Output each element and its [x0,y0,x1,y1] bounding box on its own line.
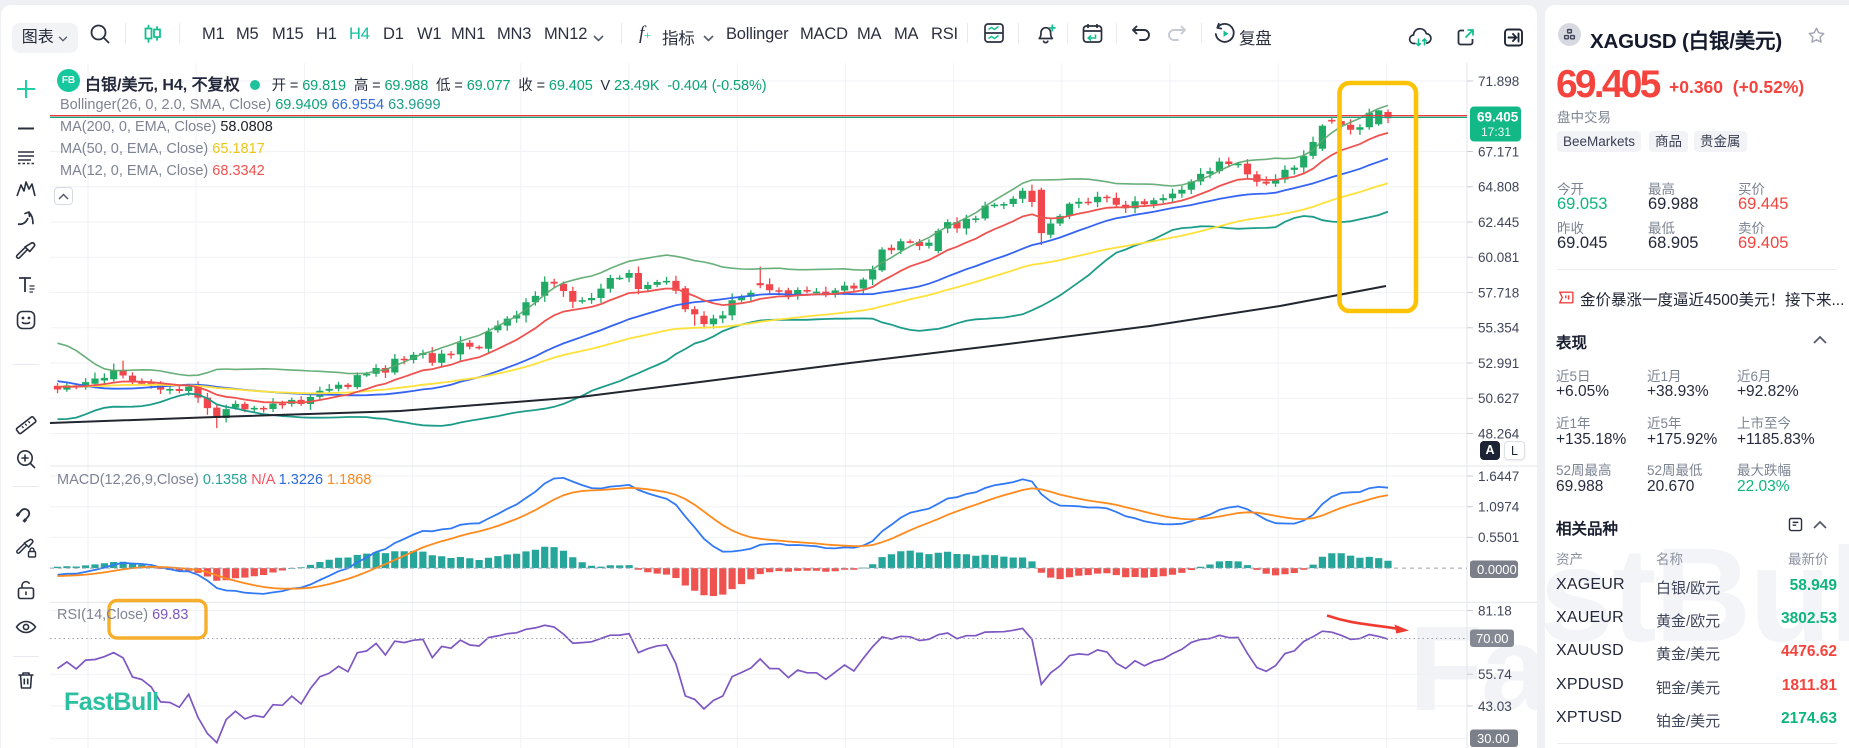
svg-text:57.718: 57.718 [1478,285,1519,300]
svg-text:60.081: 60.081 [1478,250,1519,265]
svg-text:52.991: 52.991 [1478,356,1519,371]
svg-text:55.74: 55.74 [1478,667,1512,682]
svg-text:17:31: 17:31 [1481,125,1511,139]
svg-text:0.0000: 0.0000 [1477,562,1517,577]
svg-text:55.354: 55.354 [1478,321,1520,336]
svg-text:30.00: 30.00 [1477,731,1510,746]
svg-text:81.18: 81.18 [1478,603,1512,618]
svg-text:64.808: 64.808 [1478,180,1519,195]
svg-text:48.264: 48.264 [1478,426,1520,441]
svg-text:1.0974: 1.0974 [1478,500,1520,515]
svg-text:43.03: 43.03 [1478,699,1512,714]
svg-text:50.627: 50.627 [1478,391,1519,406]
svg-text:71.898: 71.898 [1478,74,1519,89]
svg-text:70.00: 70.00 [1476,631,1509,646]
svg-text:0.5501: 0.5501 [1478,530,1519,545]
svg-text:1.6447: 1.6447 [1478,469,1519,484]
svg-text:62.445: 62.445 [1478,215,1519,230]
svg-text:69.405: 69.405 [1477,110,1519,125]
svg-text:67.171: 67.171 [1478,144,1519,159]
